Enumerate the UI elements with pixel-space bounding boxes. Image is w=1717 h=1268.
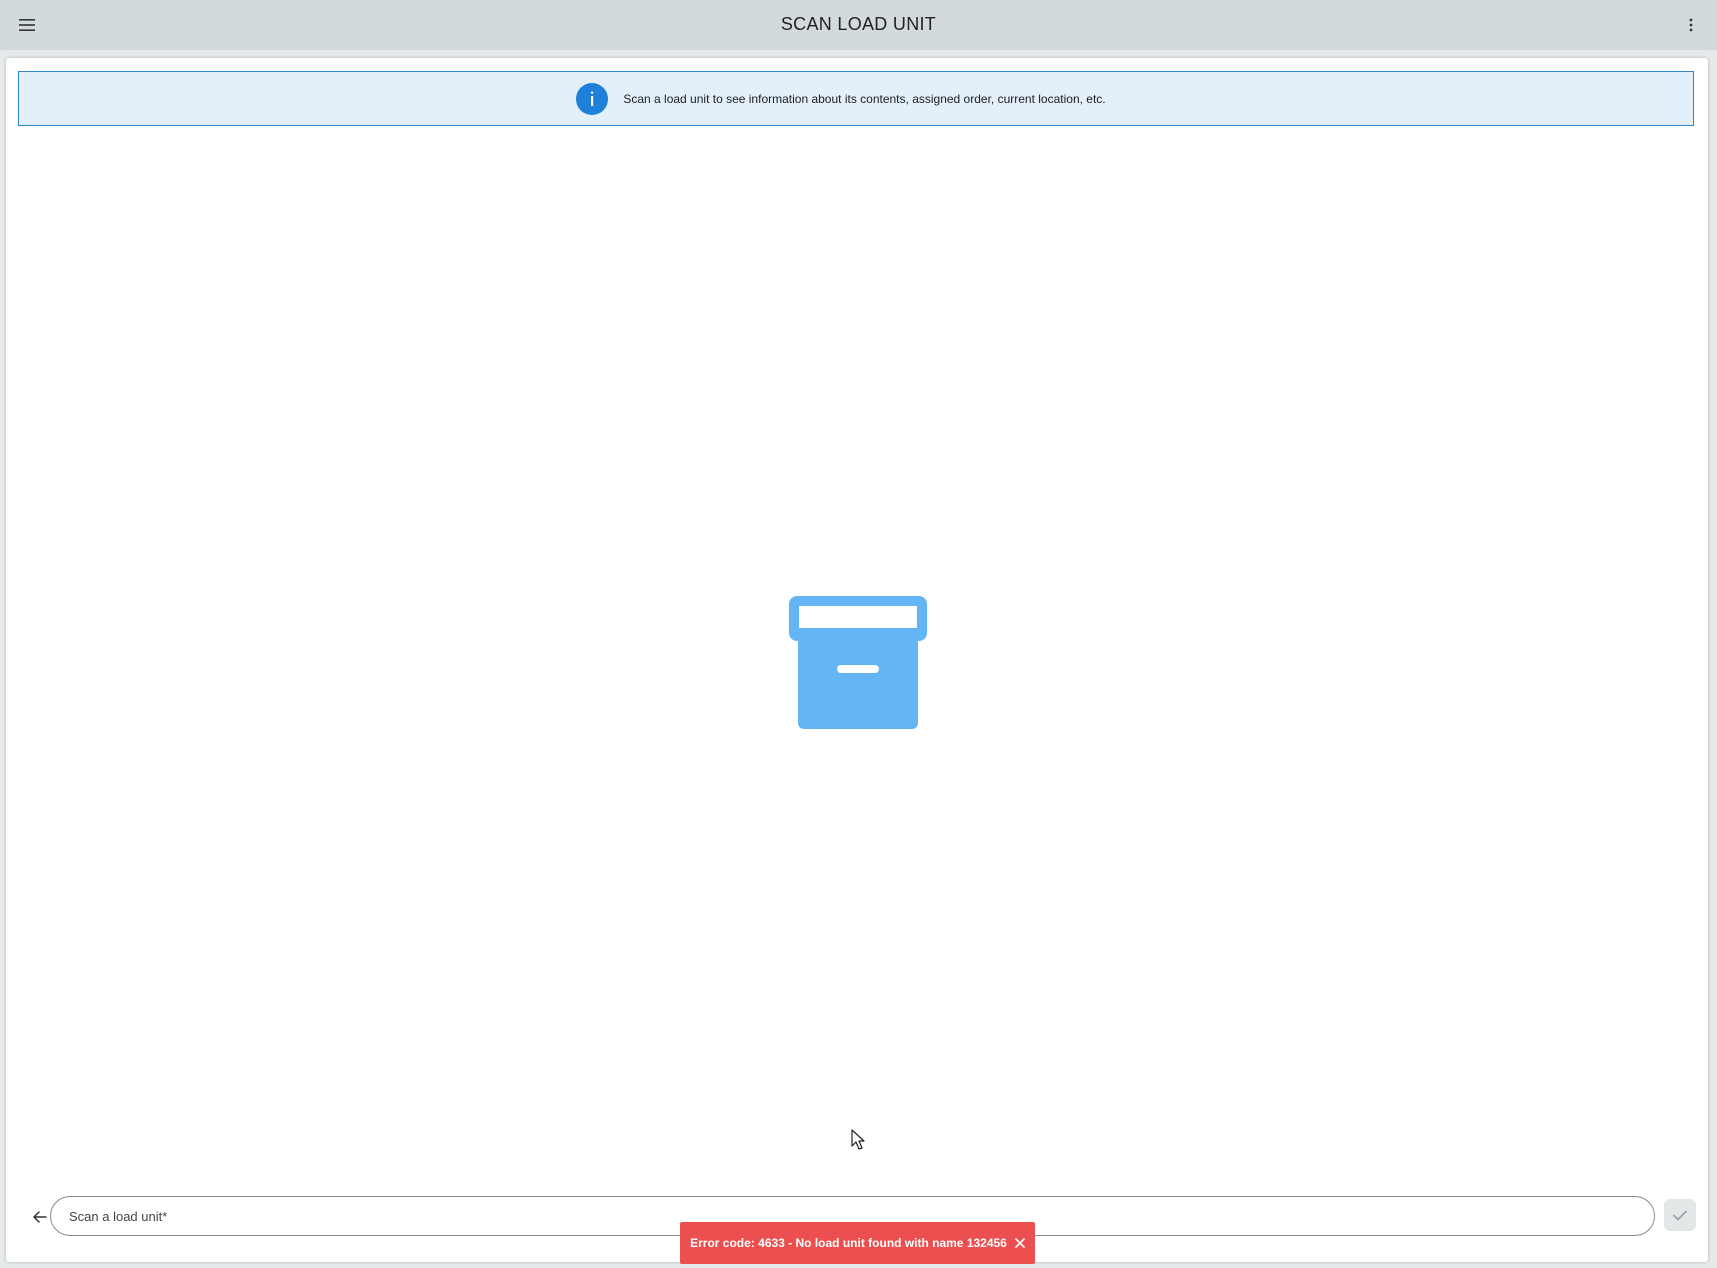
mouse-cursor-icon xyxy=(851,1129,865,1150)
page-title: SCAN LOAD UNIT xyxy=(780,14,937,34)
check-icon xyxy=(1673,1210,1687,1220)
main-content-card: Scan a load unit to see information abou… xyxy=(6,58,1708,1262)
more-vertical-icon xyxy=(1689,18,1693,32)
archive-box-icon xyxy=(789,596,927,729)
arrow-left-icon xyxy=(33,1211,47,1223)
confirm-button[interactable] xyxy=(1664,1199,1696,1231)
toast-close-button[interactable] xyxy=(1015,1238,1025,1248)
error-toast-message: Error code: 4633 - No load unit found wi… xyxy=(690,1236,1007,1250)
info-banner-text: Scan a load unit to see information abou… xyxy=(623,91,1106,106)
more-options-button[interactable] xyxy=(1677,11,1705,39)
info-icon xyxy=(576,82,609,115)
app-root: SCAN LOAD UNIT Scan a load unit to see i… xyxy=(0,0,1717,1268)
top-app-bar: SCAN LOAD UNIT xyxy=(0,0,1717,50)
error-toast: Error code: 4633 - No load unit found wi… xyxy=(680,1222,1035,1264)
info-banner: Scan a load unit to see information abou… xyxy=(18,71,1694,126)
close-icon xyxy=(1015,1238,1025,1248)
